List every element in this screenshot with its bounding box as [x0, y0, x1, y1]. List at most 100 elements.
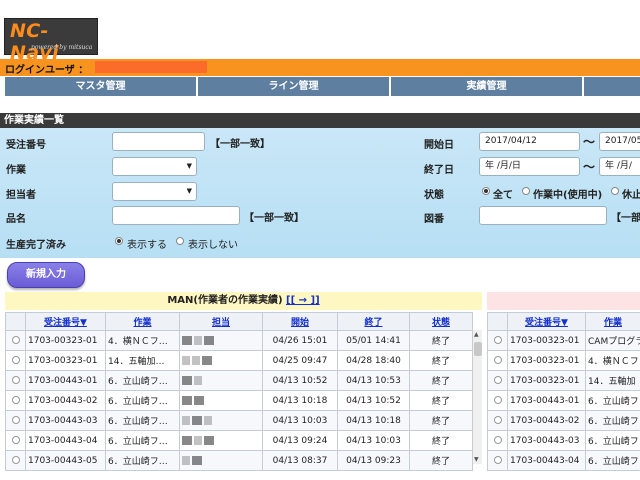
end-date-to-input[interactable]: 年 /月/	[599, 157, 640, 176]
product-input[interactable]	[112, 206, 240, 225]
header-select	[5, 312, 26, 331]
row-select[interactable]	[5, 330, 26, 351]
scroll-down-icon[interactable]: ▼	[474, 456, 479, 463]
table-row[interactable]: 1703-00443-01 6．立山崎フ… 04/13 10:52 04/13 …	[5, 370, 473, 391]
nav-line[interactable]: ライン管理	[198, 77, 391, 96]
order-no-input[interactable]	[112, 132, 205, 151]
header-order-no[interactable]: 受注番号▼	[507, 312, 586, 331]
table-row[interactable]: 1703-00443-03 6．立山崎フ	[487, 430, 640, 451]
cell-work: 6．立山崎フ	[585, 410, 640, 431]
row-select[interactable]	[487, 390, 508, 411]
work-select[interactable]: ▼	[112, 157, 197, 176]
row-select[interactable]	[5, 370, 26, 391]
chevron-down-icon: ▼	[186, 162, 192, 170]
table-row[interactable]: 1703-00323-01 4．横ＮＣフ	[487, 350, 640, 371]
row-select[interactable]	[5, 430, 26, 451]
man-table-scrollbar[interactable]: ▲ ▼	[472, 330, 482, 464]
row-select[interactable]	[5, 350, 26, 371]
cell-order-no: 1703-00443-02	[507, 410, 586, 431]
row-select[interactable]	[487, 430, 508, 451]
status-paused-radio[interactable]	[611, 187, 619, 195]
table-row[interactable]: 1703-00443-02 6．立山崎フ	[487, 410, 640, 431]
cell-end: 04/13 10:52	[337, 390, 410, 411]
status-working-radio[interactable]	[522, 187, 530, 195]
main-nav: マスタ管理 ライン管理 実績管理	[0, 77, 640, 96]
table-row[interactable]: 1703-00443-02 6．立山崎フ… 04/13 10:18 04/13 …	[5, 390, 473, 411]
table-row[interactable]: 1703-00323-01 4．横ＮＣフ… 04/26 15:01 05/01 …	[5, 330, 473, 351]
table-row[interactable]: 1703-00323-01 14．五軸加	[487, 370, 640, 391]
cell-order-no: 1703-00443-03	[25, 410, 106, 431]
cell-start: 04/13 08:37	[262, 450, 338, 471]
nav-results[interactable]: 実績管理	[391, 77, 584, 96]
row-select[interactable]	[487, 330, 508, 351]
cell-work: 6．立山崎フ…	[105, 430, 180, 451]
done-hide-radio[interactable]	[176, 237, 184, 245]
header-work[interactable]: 作業	[105, 312, 180, 331]
row-select[interactable]	[487, 370, 508, 391]
table-row[interactable]: 1703-00443-04 6．立山崎フ	[487, 450, 640, 471]
cell-order-no: 1703-00443-04	[507, 450, 586, 471]
done-label: 生産完了済み	[6, 240, 66, 251]
cell-start: 04/13 10:18	[262, 390, 338, 411]
start-date-label: 開始日	[424, 140, 454, 151]
row-select[interactable]	[487, 410, 508, 431]
row-select[interactable]	[487, 350, 508, 371]
table-row[interactable]: 1703-00323-01 14．五軸加… 04/25 09:47 04/28 …	[5, 350, 473, 371]
table-row[interactable]: 1703-00443-04 6．立山崎フ… 04/13 09:24 04/13 …	[5, 430, 473, 451]
header-order-no[interactable]: 受注番号▼	[25, 312, 106, 331]
drawing-no-match-note: 【一部	[611, 213, 640, 224]
cell-order-no: 1703-00323-01	[25, 350, 106, 371]
start-date-tilde: ～	[583, 135, 596, 149]
logo-tagline: powered by mitsuca	[31, 44, 93, 51]
header-owner[interactable]: 担当	[179, 312, 263, 331]
cell-start: 04/13 09:24	[262, 430, 338, 451]
header-work[interactable]: 作業	[585, 312, 640, 331]
status-all-radio[interactable]	[482, 187, 490, 195]
end-date-from-input[interactable]: 年 /月/日	[479, 157, 580, 176]
drawing-no-label: 図番	[424, 214, 444, 225]
cell-status: 終了	[409, 390, 473, 411]
table-row[interactable]: 1703-00323-01 CAMプログラ	[487, 330, 640, 351]
row-select[interactable]	[5, 450, 26, 471]
table-row[interactable]: 1703-00443-01 6．立山崎フ	[487, 390, 640, 411]
drawing-no-input[interactable]	[479, 206, 607, 225]
cell-work: 6．立山崎フ…	[105, 370, 180, 391]
owner-select[interactable]: ▼	[112, 182, 197, 201]
cell-work: 4．横ＮＣフ…	[105, 330, 180, 351]
search-form: 受注番号 【一部一致】 作業 ▼ 担当者 ▼ 品名 【一部一致】 生産完了済み …	[0, 128, 640, 258]
row-select[interactable]	[5, 410, 26, 431]
header-end[interactable]: 終了	[337, 312, 410, 331]
nav-more[interactable]	[584, 77, 640, 96]
table-row[interactable]: 1703-00443-03 6．立山崎フ… 04/13 10:03 04/13 …	[5, 410, 473, 431]
table-row[interactable]: 1703-00443-05 6．立山崎フ… 04/13 08:37 04/13 …	[5, 450, 473, 471]
status-label: 状態	[424, 190, 444, 201]
cell-end: 04/13 09:23	[337, 450, 410, 471]
cell-order-no: 1703-00323-01	[507, 350, 586, 371]
cell-order-no: 1703-00443-03	[507, 430, 586, 451]
scroll-thumb[interactable]	[474, 342, 482, 356]
cell-end: 05/01 14:41	[337, 330, 410, 351]
start-date-from-input[interactable]: 2017/04/12	[479, 132, 580, 151]
work-label: 作業	[6, 165, 26, 176]
radio-icon	[11, 336, 20, 344]
cell-owner-redacted	[179, 350, 263, 371]
man-panel-title: MAN(作業者の作業実績)	[167, 295, 283, 306]
cell-work: 6．立山崎フ…	[105, 450, 180, 471]
cell-owner-redacted	[179, 370, 263, 391]
header-status[interactable]: 状態	[409, 312, 473, 331]
start-date-to-input[interactable]: 2017/05/	[599, 132, 640, 151]
order-no-match-note: 【一部一致】	[210, 139, 270, 150]
new-entry-button[interactable]: 新規入力	[7, 262, 85, 288]
row-select[interactable]	[487, 450, 508, 471]
cell-status: 終了	[409, 330, 473, 351]
header-start[interactable]: 開始	[262, 312, 338, 331]
chevron-down-icon: ▼	[186, 187, 192, 195]
nav-master[interactable]: マスタ管理	[5, 77, 198, 96]
scroll-up-icon[interactable]: ▲	[474, 331, 479, 338]
done-show-label: 表示する	[127, 240, 167, 251]
row-select[interactable]	[5, 390, 26, 411]
cell-owner-redacted	[179, 410, 263, 431]
done-show-radio[interactable]	[115, 237, 123, 245]
cell-order-no: 1703-00323-01	[507, 370, 586, 391]
man-panel-next-link[interactable]: [[ → ]]	[286, 295, 320, 306]
